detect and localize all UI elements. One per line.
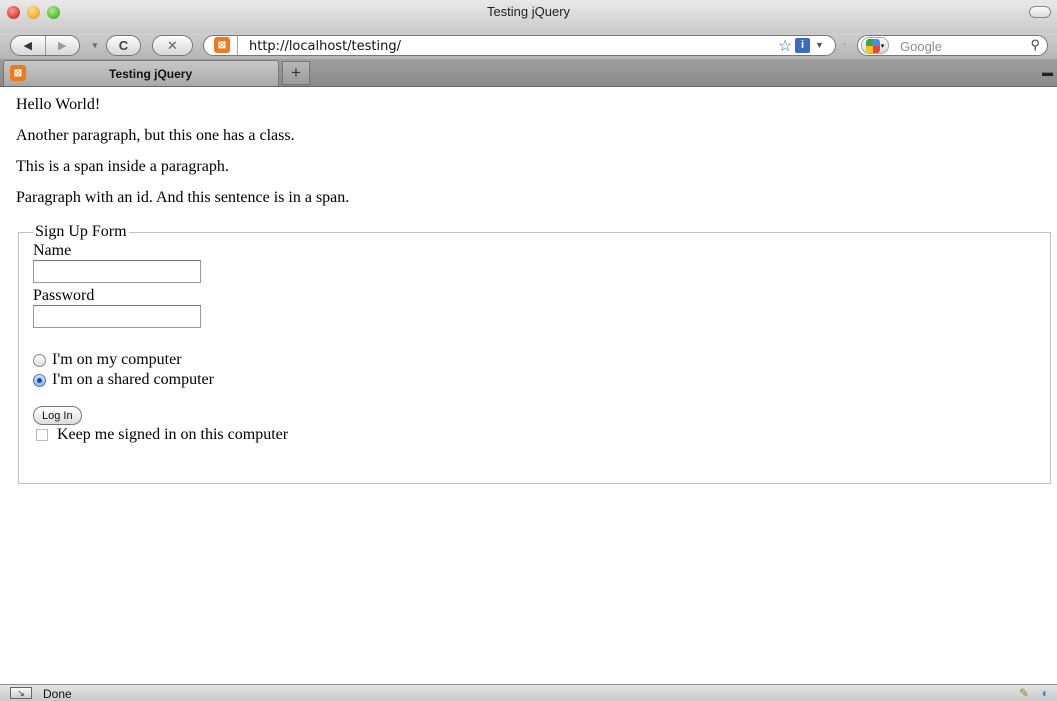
status-bar: ↘ Done ✎ ◐ <box>0 684 1057 701</box>
search-icon[interactable]: ⚲ <box>1030 37 1040 53</box>
radio-button[interactable] <box>33 353 46 367</box>
paragraph-class: Another paragraph, but this one has a cl… <box>16 127 295 144</box>
firebug-icon[interactable]: ✎ <box>1019 686 1029 700</box>
window-title: Testing jQuery <box>486 4 571 19</box>
back-button[interactable]: ◀ <box>11 36 45 55</box>
radio-my-computer[interactable]: I'm on my computer <box>33 350 1036 370</box>
radio-label: I'm on a shared computer <box>52 371 214 388</box>
site-info-icon[interactable]: i <box>795 38 810 53</box>
search-input[interactable] <box>900 38 1020 54</box>
password-label: Password <box>33 287 95 304</box>
window-titlebar: Testing jQuery <box>0 0 1057 33</box>
back-arrow-icon: ◀ <box>23 40 32 52</box>
keep-signed-in-row[interactable]: Keep me signed in on this computer <box>33 425 1036 445</box>
bookmark-star-icon[interactable]: ☆ <box>778 36 792 56</box>
tab-label: Testing jQuery <box>109 67 193 81</box>
reload-button[interactable]: C <box>106 35 141 56</box>
url-history-dropdown-icon[interactable]: ▼ <box>815 40 824 50</box>
site-favicon-icon: ⊠ <box>214 37 230 53</box>
radio-button-selected[interactable] <box>33 373 46 387</box>
sign-up-form: Sign Up Form Name Password I'm on my com… <box>18 223 1051 484</box>
toolbar-toggle-button[interactable] <box>1029 6 1051 18</box>
name-input[interactable] <box>33 260 201 283</box>
form-legend: Sign Up Form <box>35 223 127 240</box>
back-forward-group: ◀ ▶ <box>10 35 80 56</box>
radio-label: I'm on my computer <box>52 351 182 368</box>
url-text[interactable]: http://localhost/testing/ <box>249 39 401 54</box>
tab-strip: ⊠ Testing jQuery + ▬ <box>0 59 1057 87</box>
paragraph-id: Paragraph with an id. And this sentence … <box>16 189 350 206</box>
reload-icon: C <box>118 38 129 53</box>
address-bar[interactable]: ⊠ http://localhost/testing/ ☆ i ▼ <box>203 35 836 56</box>
stop-icon: ✕ <box>167 37 178 53</box>
tab-testing-jquery[interactable]: ⊠ Testing jQuery <box>3 60 279 86</box>
keep-signed-in-label: Keep me signed in on this computer <box>57 426 289 443</box>
status-text: Done <box>43 687 72 701</box>
history-dropdown-icon[interactable]: ▼ <box>91 41 99 50</box>
tab-list-icon[interactable]: ▬ <box>1042 67 1053 79</box>
navigation-toolbar: ◀ ▶ ▼ C ✕ ⊠ http://localhost/testing/ ☆ … <box>0 33 1057 59</box>
password-input[interactable] <box>33 305 201 328</box>
tab-favicon-icon: ⊠ <box>10 65 26 81</box>
forward-button[interactable]: ▶ <box>44 36 80 55</box>
paragraph-span: This is a span inside a paragraph. <box>16 158 229 175</box>
radio-shared-computer[interactable]: I'm on a shared computer <box>33 370 1036 390</box>
engine-dropdown-icon: ▾ <box>880 42 885 50</box>
new-tab-button[interactable]: + <box>282 61 310 85</box>
keep-signed-in-checkbox[interactable] <box>36 429 48 441</box>
forward-arrow-icon: ▶ <box>58 40 67 52</box>
url-divider <box>237 36 238 55</box>
name-label: Name <box>33 242 72 259</box>
google-logo-icon <box>865 38 880 53</box>
addon-globe-icon[interactable]: ◐ <box>1042 686 1049 700</box>
page-content: Hello World! Another paragraph, but this… <box>16 88 1052 484</box>
status-resize-icon[interactable]: ↘ <box>10 687 32 699</box>
search-engine-selector[interactable]: ▾ <box>861 37 889 54</box>
stop-button[interactable]: ✕ <box>152 35 193 56</box>
search-bar[interactable]: ▾ ⚲ <box>857 35 1048 56</box>
paragraph-hello: Hello World! <box>16 96 101 113</box>
log-in-button[interactable]: Log In <box>33 406 82 425</box>
separator-dot-icon: · <box>843 39 847 50</box>
